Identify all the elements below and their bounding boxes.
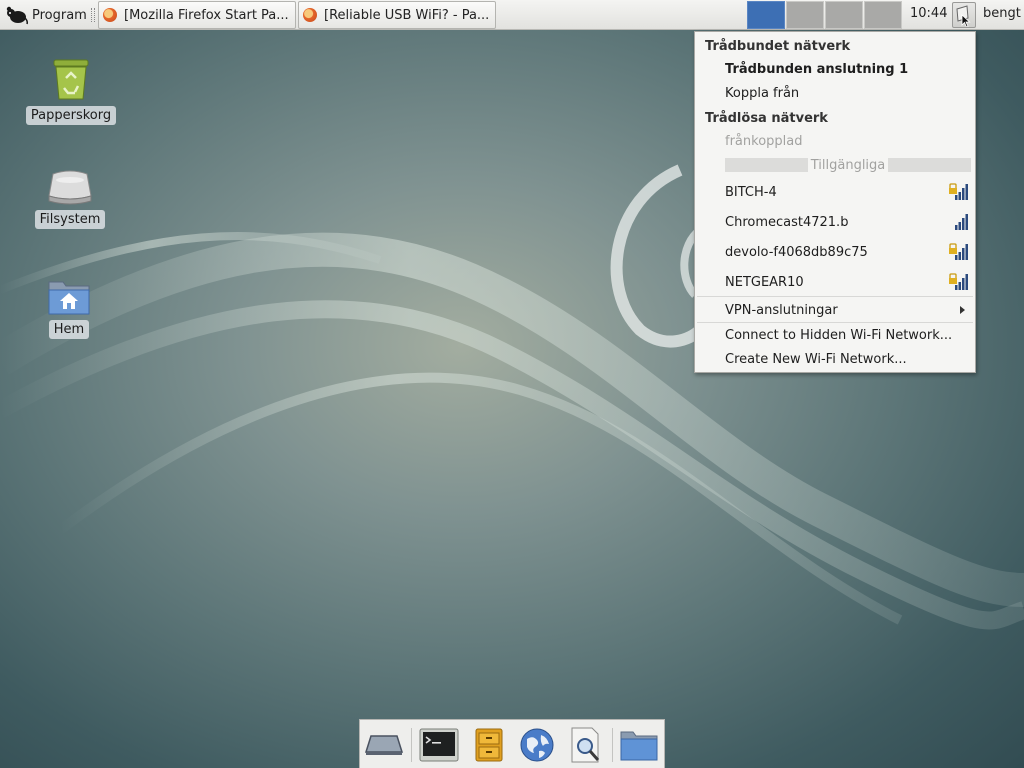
available-networks-label: Tillgängliga <box>810 157 886 173</box>
wifi-ssid: NETGEAR10 <box>725 274 804 290</box>
file-cabinet-icon <box>475 728 503 762</box>
home-folder-icon <box>48 281 90 315</box>
firefox-icon <box>103 8 117 22</box>
network-menu: Trådbundet nätverk Trådbunden anslutning… <box>694 31 976 373</box>
dock-app-finder[interactable] <box>565 726 605 764</box>
connect-hidden-network-item[interactable]: Connect to Hidden Wi-Fi Network... <box>695 324 975 346</box>
wifi-network-item[interactable]: BITCH-4 <box>695 181 975 203</box>
dock-terminal[interactable] <box>419 726 459 764</box>
firefox-icon <box>303 8 317 22</box>
taskbar-button-firefox-start[interactable]: [Mozilla Firefox Start Pa... <box>98 1 296 29</box>
task-title: [Mozilla Firefox Start Pa... <box>124 7 289 23</box>
drive-icon <box>48 170 92 205</box>
signal-strength-locked-icon <box>949 273 968 290</box>
available-networks-separator: Tillgängliga <box>725 157 971 173</box>
network-manager-tray-button[interactable] <box>952 2 976 28</box>
bottom-dock <box>359 719 665 768</box>
desktop-icon-home[interactable]: Hem <box>23 278 115 339</box>
disconnect-item[interactable]: Koppla från <box>695 82 975 104</box>
desktop-icon-filesystem[interactable]: Filsystem <box>24 168 116 229</box>
separator-bar <box>725 158 808 172</box>
wifi-network-item[interactable]: devolo-f4068db89c75 <box>695 241 975 263</box>
terminal-icon <box>419 728 459 762</box>
separator-bar <box>888 158 971 172</box>
signal-strength-locked-icon <box>949 183 968 200</box>
submenu-arrow-icon <box>960 306 965 314</box>
wired-network-header: Trådbundet nätverk <box>705 38 851 54</box>
wifi-ssid: BITCH-4 <box>725 184 777 200</box>
dock-file-cabinet[interactable] <box>469 726 509 764</box>
workspace-3[interactable] <box>825 1 863 29</box>
xfce-mouse-icon <box>6 6 28 25</box>
app-finder-icon <box>571 727 600 763</box>
menu-separator <box>697 322 973 323</box>
desktop-icon-label: Papperskorg <box>25 106 117 125</box>
workspace-switcher <box>747 1 902 29</box>
trash-icon <box>53 59 89 100</box>
task-title: [Reliable USB WiFi? - Pa... <box>324 7 490 23</box>
signal-strength-icon <box>955 214 968 230</box>
vpn-connections-label: VPN-anslutningar <box>725 302 838 318</box>
wireless-status: frånkopplad <box>725 133 803 149</box>
taskbar-button-reliable-usb-wifi[interactable]: [Reliable USB WiFi? - Pa... <box>298 1 496 29</box>
folder-icon <box>620 731 658 761</box>
wifi-network-item[interactable]: Chromecast4721.b <box>695 211 975 233</box>
desktop-icon-label: Hem <box>48 320 90 339</box>
wireless-network-header: Trådlösa nätverk <box>705 110 828 126</box>
web-browser-icon <box>520 728 554 762</box>
show-desktop-icon <box>365 735 403 755</box>
menu-separator <box>697 296 973 297</box>
network-icon <box>956 5 971 28</box>
signal-strength-locked-icon <box>949 243 968 260</box>
workspace-4[interactable] <box>864 1 902 29</box>
wifi-ssid: Chromecast4721.b <box>725 214 849 230</box>
vpn-connections-submenu[interactable]: VPN-anslutningar <box>695 299 975 321</box>
wired-connection-item[interactable]: Trådbunden anslutning 1 <box>695 58 975 80</box>
panel-clock[interactable]: 10:44 <box>910 6 947 21</box>
desktop-icon-label: Filsystem <box>34 210 106 229</box>
wifi-ssid: devolo-f4068db89c75 <box>725 244 868 260</box>
wifi-network-item[interactable]: NETGEAR10 <box>695 271 975 293</box>
applications-menu-button[interactable]: Program <box>2 2 91 28</box>
desktop-icon-trash[interactable]: Papperskorg <box>25 56 117 125</box>
user-name[interactable]: bengt <box>983 6 1021 21</box>
workspace-2[interactable] <box>786 1 824 29</box>
workspace-1[interactable] <box>747 1 785 29</box>
applications-menu-label: Program <box>32 7 87 23</box>
panel-handle[interactable] <box>91 8 95 22</box>
dock-folder[interactable] <box>619 726 659 764</box>
dock-separator <box>612 728 613 762</box>
dock-show-desktop[interactable] <box>364 726 404 764</box>
dock-web-browser[interactable] <box>517 726 557 764</box>
dock-separator <box>411 728 412 762</box>
create-new-network-item[interactable]: Create New Wi-Fi Network... <box>695 348 975 370</box>
top-panel: Program [Mozilla Firefox Start Pa... [Re… <box>0 0 1024 30</box>
